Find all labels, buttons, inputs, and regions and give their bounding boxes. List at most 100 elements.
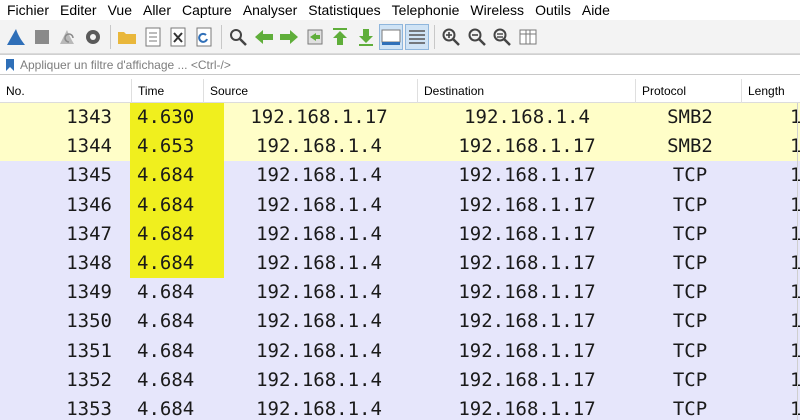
packet-list: 1343 4.630 192.168.1.17 192.168.1.4 SMB2 1 134… <box>0 103 800 420</box>
packet-destination: 192.168.1.17 <box>458 135 596 158</box>
zoom-normal-icon[interactable] <box>490 24 514 50</box>
capture-options-icon[interactable] <box>81 24 105 50</box>
packet-destination: 192.168.1.17 <box>458 281 596 304</box>
reload-file-icon[interactable] <box>192 24 216 50</box>
column-header-no[interactable]: No. <box>0 79 132 103</box>
table-row[interactable]: 1344 4.653 192.168.1.4 192.168.1.17 SMB2 1 <box>0 132 800 162</box>
display-filter-input[interactable] <box>20 55 780 74</box>
shark-fin-icon[interactable] <box>4 24 28 50</box>
menu-capture[interactable]: Capture <box>175 0 232 20</box>
packet-length: 15 <box>790 397 800 420</box>
table-row[interactable]: 1348 4.684 192.168.1.4 192.168.1.17 TCP 15 <box>0 248 800 279</box>
packet-protocol: SMB2 <box>667 106 713 128</box>
packet-source: 192.168.1.17 <box>250 106 388 128</box>
packet-number: 1343 <box>66 106 112 128</box>
stop-capture-icon[interactable] <box>30 24 54 50</box>
zoom-in-icon[interactable] <box>439 24 463 50</box>
resize-columns-icon[interactable] <box>516 24 540 50</box>
packet-destination: 192.168.1.4 <box>464 106 590 128</box>
packet-length: 15 <box>790 310 800 333</box>
packet-source: 192.168.1.4 <box>256 193 382 216</box>
toolbar-separator <box>434 24 435 49</box>
column-header-protocol[interactable]: Protocol <box>636 79 742 103</box>
packet-length: 15 <box>790 222 800 245</box>
menu-wireless[interactable]: Wireless <box>463 0 524 20</box>
save-file-icon[interactable] <box>141 24 165 50</box>
go-back-icon[interactable] <box>252 24 276 50</box>
table-row[interactable]: 1346 4.684 192.168.1.4 192.168.1.17 TCP 15 <box>0 190 800 220</box>
column-header-length[interactable]: Length <box>742 79 800 103</box>
menu-fichier[interactable]: Fichier <box>0 0 49 20</box>
bookmark-icon[interactable] <box>0 55 20 74</box>
packet-number: 1349 <box>66 281 112 304</box>
packet-destination: 192.168.1.17 <box>458 339 596 362</box>
packet-length: 15 <box>790 339 800 362</box>
table-row[interactable]: 1345 4.684 192.168.1.4 192.168.1.17 TCP 15 <box>0 161 800 191</box>
packet-destination: 192.168.1.17 <box>458 222 596 245</box>
packet-source: 192.168.1.4 <box>256 164 382 187</box>
packet-protocol: SMB2 <box>667 135 713 158</box>
menu-bar: Fichier Editer Vue Aller Capture Analyse… <box>0 0 800 20</box>
packet-source: 192.168.1.4 <box>256 251 382 274</box>
packet-number: 1348 <box>66 251 112 274</box>
table-row[interactable]: 1353 4.684 192.168.1.4 192.168.1.17 TCP 15 <box>0 394 800 420</box>
menu-analyser[interactable]: Analyser <box>236 0 297 20</box>
column-header-destination[interactable]: Destination <box>418 79 636 103</box>
packet-time: 4.653 <box>130 132 224 162</box>
menu-telephonie[interactable]: Telephonie <box>385 0 460 20</box>
open-file-icon[interactable] <box>115 24 139 50</box>
packet-destination: 192.168.1.17 <box>458 310 596 333</box>
column-header-time[interactable]: Time <box>132 79 204 103</box>
restart-capture-icon[interactable] <box>55 24 79 50</box>
packet-number: 1353 <box>66 397 112 420</box>
packet-number: 1345 <box>66 164 112 187</box>
packet-time: 4.684 <box>137 397 195 420</box>
menu-aller[interactable]: Aller <box>136 0 171 20</box>
packet-protocol: TCP <box>672 281 708 304</box>
packet-protocol: TCP <box>672 164 708 187</box>
packet-time: 4.684 <box>137 339 195 362</box>
table-row[interactable]: 1347 4.684 192.168.1.4 192.168.1.17 TCP 15 <box>0 219 800 249</box>
packet-protocol: TCP <box>672 310 708 333</box>
table-row[interactable]: 1350 4.684 192.168.1.4 192.168.1.17 TCP 15 <box>0 307 800 337</box>
colorize-icon[interactable] <box>404 23 429 50</box>
go-last-icon[interactable] <box>354 24 378 50</box>
table-row[interactable]: 1351 4.684 192.168.1.4 192.168.1.17 TCP 15 <box>0 336 800 366</box>
zoom-out-icon[interactable] <box>465 24 489 50</box>
menu-vue[interactable]: Vue <box>101 0 132 20</box>
packet-length: 15 <box>790 251 800 274</box>
packet-length: 1 <box>790 106 800 128</box>
menu-editer[interactable]: Editer <box>53 0 97 20</box>
table-row[interactable]: 1343 4.630 192.168.1.17 192.168.1.4 SMB2 1 <box>0 103 800 133</box>
main-toolbar <box>0 20 800 54</box>
menu-outils[interactable]: Outils <box>528 0 571 20</box>
packet-destination: 192.168.1.17 <box>458 193 596 216</box>
menu-aide[interactable]: Aide <box>575 0 610 20</box>
packet-time: 4.684 <box>137 281 195 304</box>
packet-length: 15 <box>790 368 800 391</box>
table-row[interactable]: 1352 4.684 192.168.1.4 192.168.1.17 TCP 15 <box>0 365 800 395</box>
close-file-icon[interactable] <box>166 24 190 50</box>
packet-protocol: TCP <box>672 368 708 391</box>
go-first-icon[interactable] <box>328 24 352 50</box>
toolbar-separator <box>221 24 222 49</box>
packet-number: 1347 <box>66 222 112 245</box>
column-header-source[interactable]: Source <box>204 79 418 103</box>
go-forward-icon[interactable] <box>277 24 301 50</box>
packet-time: 4.684 <box>137 368 195 391</box>
find-packet-icon[interactable] <box>226 24 250 50</box>
table-row[interactable]: 1349 4.684 192.168.1.4 192.168.1.17 TCP 15 <box>0 278 800 308</box>
packet-number: 1350 <box>66 310 112 333</box>
go-to-packet-icon[interactable] <box>303 24 327 50</box>
packet-time: 4.684 <box>130 248 224 279</box>
packet-time: 4.630 <box>130 103 224 133</box>
packet-length: 15 <box>790 281 800 304</box>
packet-source: 192.168.1.4 <box>256 222 382 245</box>
auto-scroll-icon[interactable] <box>379 23 403 50</box>
packet-length: 15 <box>790 164 800 187</box>
packet-source: 192.168.1.4 <box>256 135 382 158</box>
packet-source: 192.168.1.4 <box>256 397 382 420</box>
column-divider <box>797 103 798 420</box>
packet-source: 192.168.1.4 <box>256 339 382 362</box>
menu-statistiques[interactable]: Statistiques <box>301 0 380 20</box>
